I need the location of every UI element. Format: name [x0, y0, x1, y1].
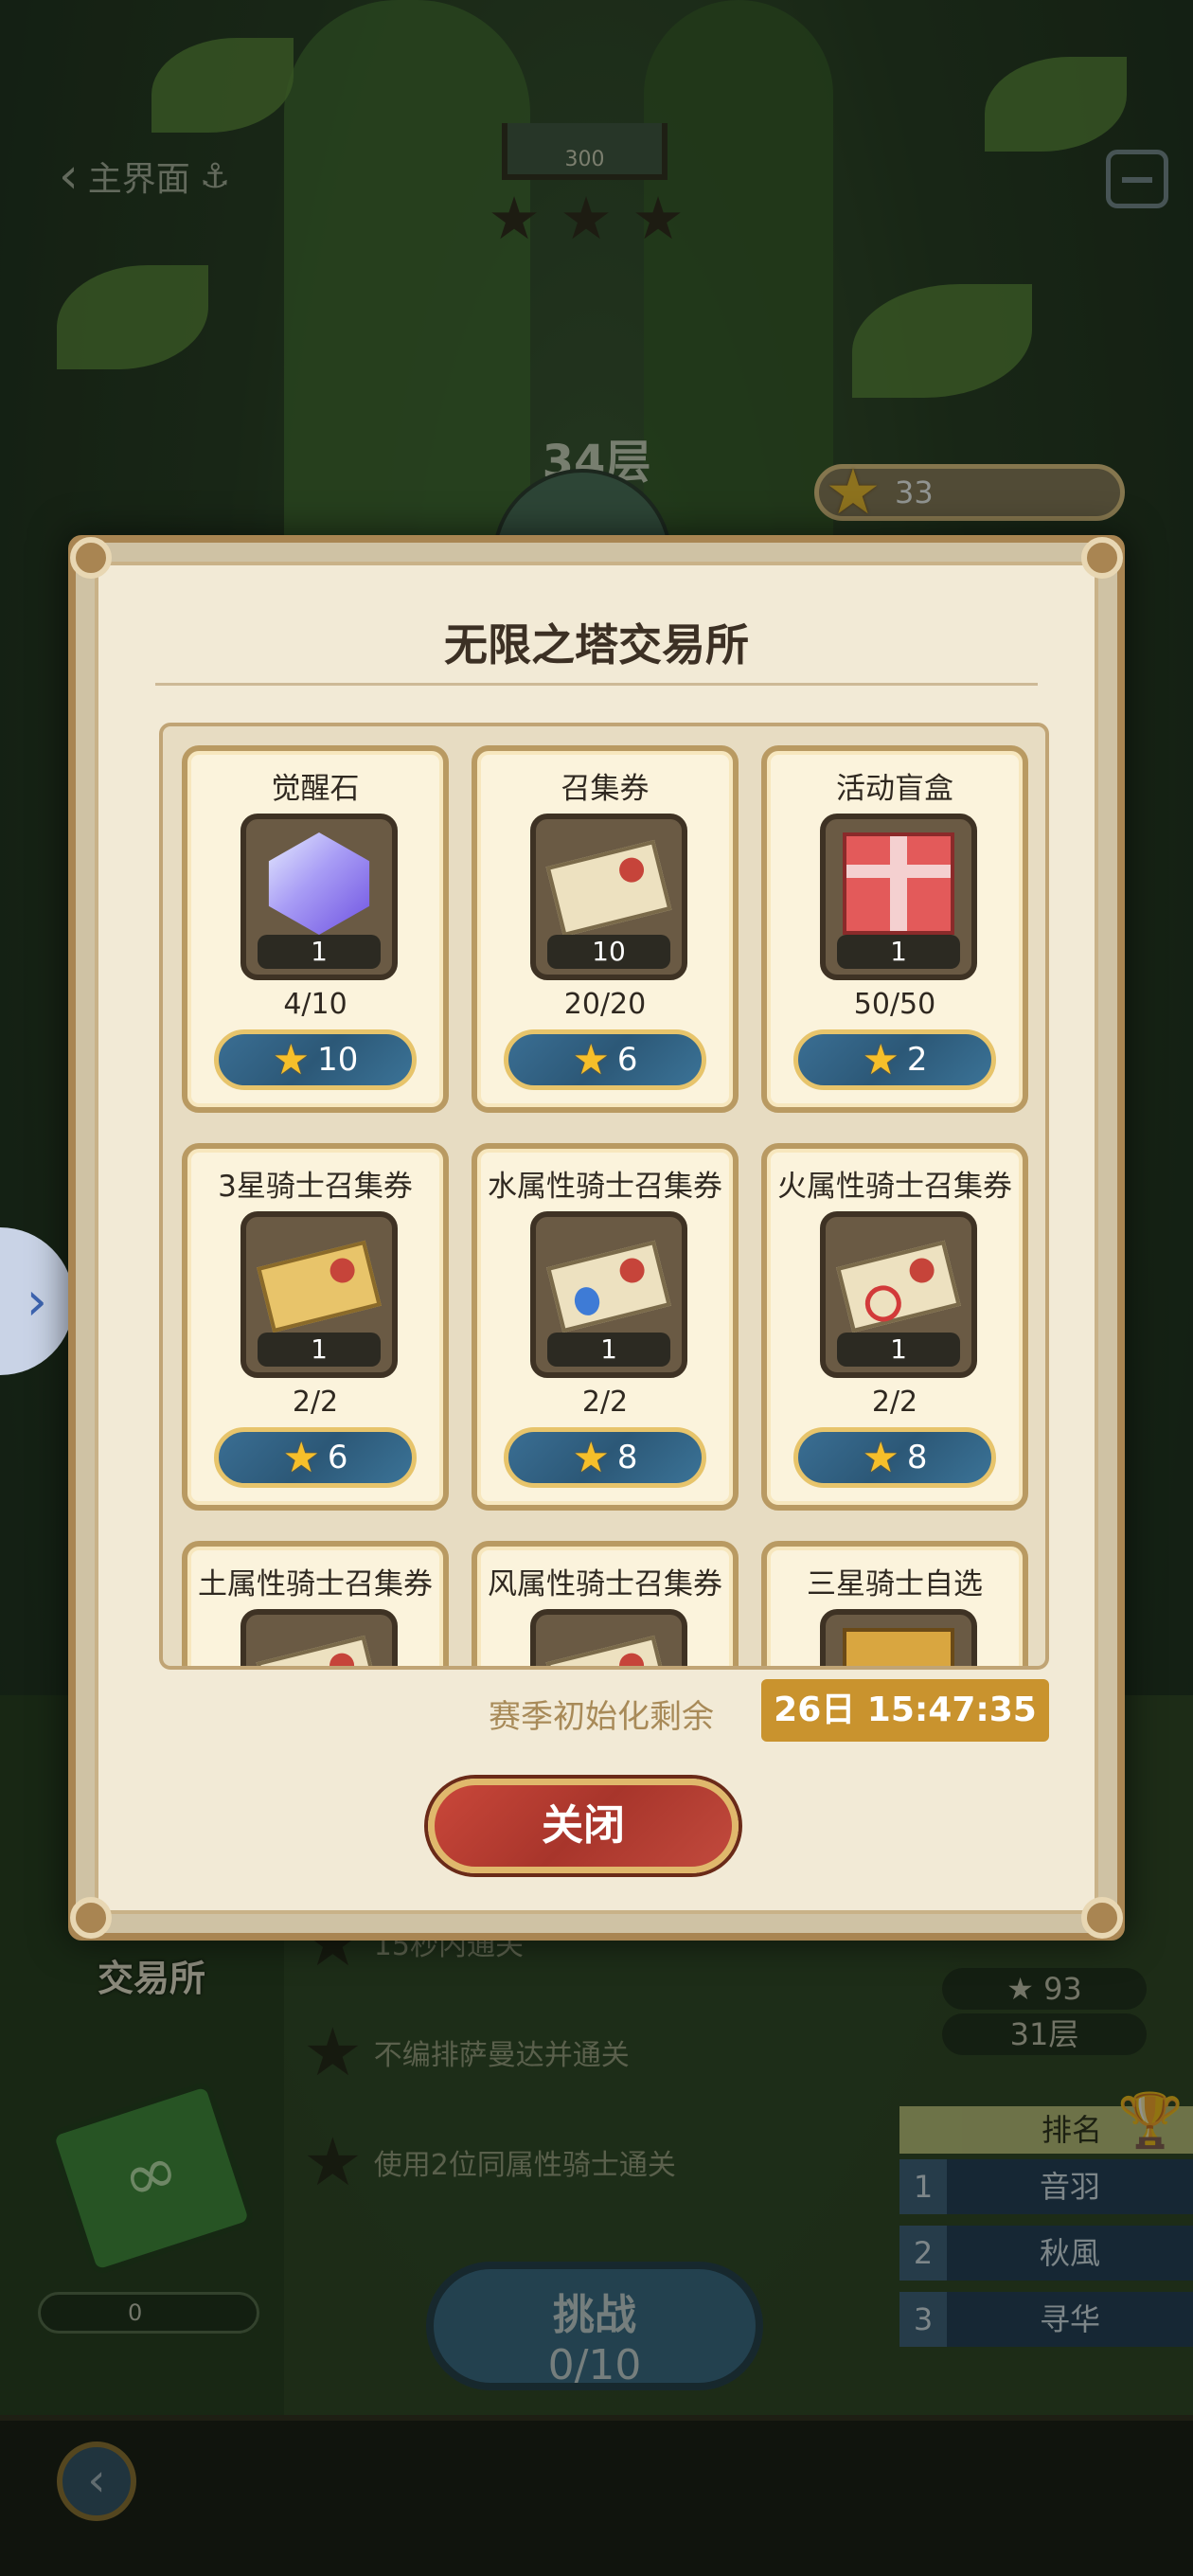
item-limit: 2/2	[871, 1386, 918, 1419]
exchange-modal: 无限之塔交易所 觉醒石 1 4/10 ★ 10 召集券 10 20/20 ★ 6…	[68, 535, 1125, 1941]
price-value: 6	[616, 1041, 638, 1079]
item-frame: 1	[240, 814, 398, 980]
shop-item[interactable]: 三星骑士自选	[761, 1541, 1028, 1666]
corner-ornament	[1081, 537, 1123, 579]
buy-button[interactable]: ★ 2	[793, 1029, 996, 1090]
season-reset-label: 赛季初始化剩余	[489, 1698, 714, 1736]
blind-box-icon	[843, 832, 954, 935]
item-name: 三星骑士自选	[807, 1567, 983, 1601]
star-icon: ★	[272, 1035, 311, 1084]
item-name: 活动盲盒	[836, 772, 953, 806]
item-frame	[820, 1609, 977, 1666]
item-quantity: 10	[547, 935, 670, 969]
item-limit: 4/10	[283, 988, 347, 1021]
star-icon: ★	[862, 1433, 899, 1482]
summon-ticket-icon	[545, 832, 672, 937]
star-icon: ★	[282, 1433, 320, 1482]
item-name: 风属性骑士召集券	[488, 1567, 722, 1601]
item-frame	[530, 1609, 687, 1666]
chest-icon	[843, 1628, 954, 1666]
wind-ticket-icon	[545, 1628, 672, 1666]
buy-button[interactable]: ★ 8	[793, 1427, 996, 1488]
item-frame: 1	[240, 1211, 398, 1378]
shop-item-grid[interactable]: 觉醒石 1 4/10 ★ 10 召集券 10 20/20 ★ 6 活动盲盒 1 …	[159, 723, 1049, 1670]
item-quantity: 1	[258, 1333, 381, 1367]
shop-item[interactable]: 土属性骑士召集券	[182, 1541, 449, 1666]
item-limit: 2/2	[581, 1386, 629, 1419]
modal-title: 无限之塔交易所	[444, 619, 749, 671]
star-icon: ★	[572, 1035, 610, 1084]
item-name: 3星骑士召集券	[218, 1170, 413, 1204]
buy-button[interactable]: ★ 8	[504, 1427, 706, 1488]
item-limit: 20/20	[563, 988, 647, 1021]
item-frame: 1	[530, 1211, 687, 1378]
3star-ticket-icon	[257, 1230, 382, 1333]
star-icon: ★	[572, 1433, 610, 1482]
corner-ornament	[70, 1897, 112, 1939]
item-name: 觉醒石	[271, 772, 360, 806]
price-value: 2	[906, 1041, 928, 1079]
item-limit: 50/50	[853, 988, 936, 1021]
close-button[interactable]: 关闭	[428, 1779, 739, 1873]
corner-ornament	[70, 537, 112, 579]
shop-item[interactable]: 召集券 10 20/20 ★ 6	[472, 745, 739, 1113]
shop-item[interactable]: 水属性骑士召集券 1 2/2 ★ 8	[472, 1143, 739, 1511]
shop-item[interactable]: 火属性骑士召集券 1 2/2 ★ 8	[761, 1143, 1028, 1511]
star-icon: ★	[862, 1035, 899, 1084]
item-limit: 2/2	[292, 1386, 339, 1419]
season-timer: 26日 15:47:35	[761, 1679, 1049, 1742]
item-quantity: 1	[837, 935, 960, 969]
item-name: 水属性骑士召集券	[488, 1170, 722, 1204]
item-quantity: 1	[547, 1333, 670, 1367]
shop-item[interactable]: 觉醒石 1 4/10 ★ 10	[182, 745, 449, 1113]
fire-ticket-icon	[836, 1230, 961, 1333]
price-value: 6	[327, 1439, 348, 1476]
item-name: 火属性骑士召集券	[777, 1170, 1012, 1204]
item-name: 土属性骑士召集券	[198, 1567, 433, 1601]
price-value: 8	[906, 1439, 928, 1476]
item-frame	[240, 1609, 398, 1666]
shop-item[interactable]: 活动盲盒 1 50/50 ★ 2	[761, 745, 1028, 1113]
earth-ticket-icon	[256, 1628, 383, 1666]
price-value: 10	[317, 1041, 359, 1079]
buy-button[interactable]: ★ 10	[214, 1029, 417, 1090]
water-ticket-icon	[546, 1230, 671, 1333]
item-frame: 1	[820, 1211, 977, 1378]
awakening-stone-icon	[263, 832, 375, 935]
title-divider	[155, 683, 1038, 686]
item-frame: 1	[820, 814, 977, 980]
corner-ornament	[1081, 1897, 1123, 1939]
shop-item[interactable]: 风属性骑士召集券	[472, 1541, 739, 1666]
item-quantity: 1	[837, 1333, 960, 1367]
price-value: 8	[616, 1439, 638, 1476]
buy-button[interactable]: ★ 6	[214, 1427, 417, 1488]
item-name: 召集券	[561, 772, 650, 806]
shop-item[interactable]: 3星骑士召集券 1 2/2 ★ 6	[182, 1143, 449, 1511]
item-quantity: 1	[258, 935, 381, 969]
buy-button[interactable]: ★ 6	[504, 1029, 706, 1090]
item-frame: 10	[530, 814, 687, 980]
